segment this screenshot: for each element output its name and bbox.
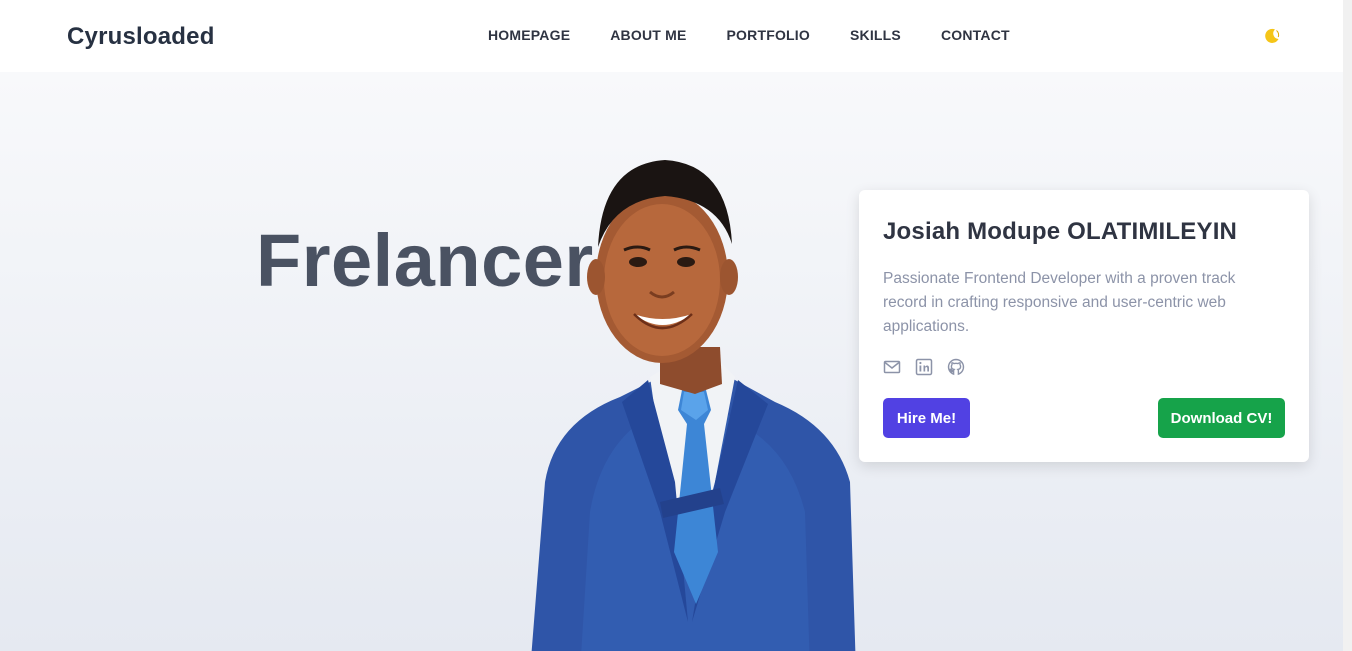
profile-card: Josiah Modupe OLATIMILEYIN Passionate Fr… [859, 190, 1309, 462]
moon-icon[interactable] [1262, 26, 1282, 46]
person-portrait [510, 152, 870, 651]
nav-contact[interactable]: CONTACT [941, 27, 1010, 43]
nav-skills[interactable]: SKILLS [850, 27, 901, 43]
page-scrollbar[interactable] [1343, 0, 1352, 651]
social-links [883, 358, 965, 376]
nav-about-me[interactable]: ABOUT ME [610, 27, 686, 43]
github-icon[interactable] [947, 358, 965, 376]
profile-description: Passionate Frontend Developer with a pro… [883, 270, 1236, 335]
mail-icon[interactable] [883, 358, 901, 376]
download-cv-button[interactable]: Download CV! [1158, 398, 1285, 438]
hero-section: Frelancer Josiah Modupe OLATIMILEYIN Pas… [0, 72, 1343, 651]
hire-me-button[interactable]: Hire Me! [883, 398, 970, 438]
brand-logo[interactable]: Cyrusloaded [67, 23, 215, 51]
profile-name: Josiah Modupe OLATIMILEYIN [883, 218, 1238, 245]
scrollbar-thumb[interactable] [1344, 0, 1351, 150]
linkedin-icon[interactable] [915, 358, 933, 376]
nav-links: HOMEPAGE ABOUT ME PORTFOLIO SKILLS CONTA… [488, 27, 1050, 43]
nav-homepage[interactable]: HOMEPAGE [488, 27, 570, 43]
nav-portfolio[interactable]: PORTFOLIO [727, 27, 810, 43]
navbar: Cyrusloaded HOMEPAGE ABOUT ME PORTFOLIO … [0, 0, 1343, 72]
